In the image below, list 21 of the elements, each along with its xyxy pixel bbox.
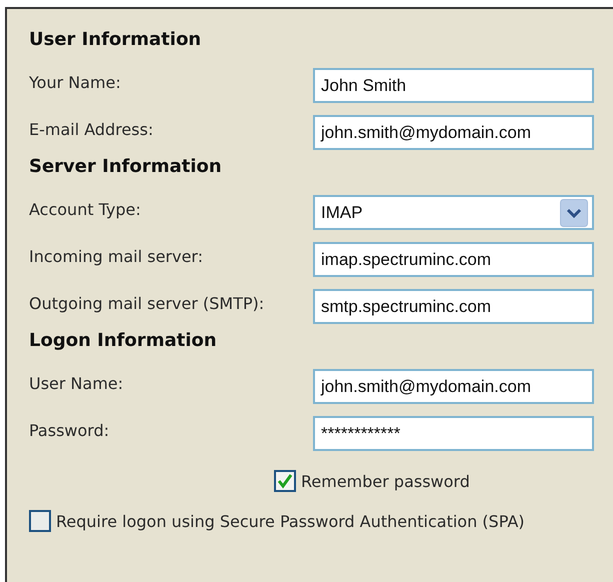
field-label: Incoming mail server: <box>29 247 204 266</box>
checkbox-label: Require logon using Secure Password Authentication (SPA) <box>56 512 525 530</box>
section-heading: Logon Information <box>29 330 218 353</box>
section-heading: User Information <box>29 29 202 52</box>
text-field[interactable]: ************ <box>313 416 594 451</box>
field-label: Your Name: <box>29 73 122 92</box>
checkbox[interactable] <box>274 470 296 492</box>
checkbox[interactable] <box>29 510 51 532</box>
checkbox-label: Remember password <box>301 472 470 490</box>
text-field[interactable]: imap.spectruminc.com <box>313 242 594 277</box>
field-label: User Name: <box>29 374 124 393</box>
field-label: Outgoing mail server (SMTP): <box>29 294 266 313</box>
field-label: Password: <box>29 421 110 440</box>
text-field[interactable]: john.smith@mydomain.com <box>313 115 594 150</box>
field-label: E-mail Address: <box>29 120 154 139</box>
section-heading: Server Information <box>29 156 223 179</box>
text-field[interactable]: john.smith@mydomain.com <box>313 369 594 404</box>
text-field[interactable]: smtp.spectruminc.com <box>313 289 594 324</box>
text-field[interactable]: John Smith <box>313 68 594 103</box>
dropdown-field[interactable]: IMAP <box>313 195 594 230</box>
field-label: Account Type: <box>29 200 142 219</box>
